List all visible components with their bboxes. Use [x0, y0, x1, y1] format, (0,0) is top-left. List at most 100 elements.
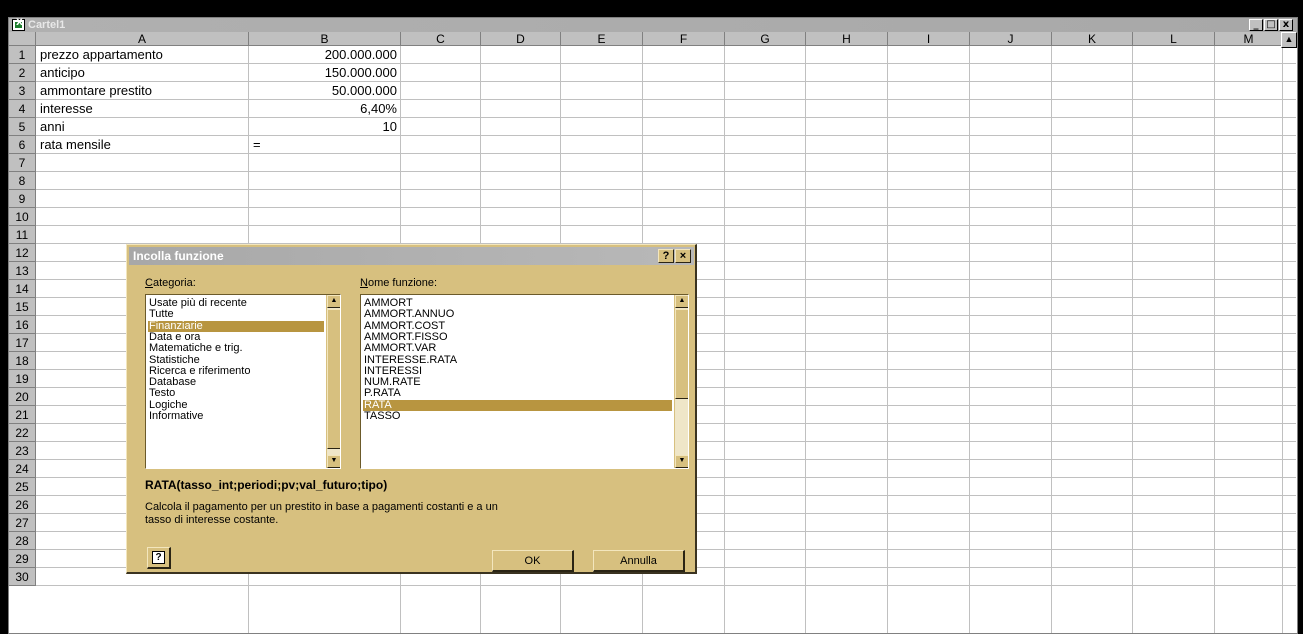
category-item[interactable]: Informative	[148, 411, 324, 422]
row-header-25[interactable]: 25	[9, 478, 36, 496]
column-header-m[interactable]: M	[1215, 32, 1283, 46]
cell-b1[interactable]: 200.000.000	[249, 46, 397, 64]
category-item[interactable]: Finanziarie	[148, 320, 324, 332]
row-header-6[interactable]: 6	[9, 136, 36, 154]
column-header-c[interactable]: C	[401, 32, 481, 46]
category-item[interactable]: Testo	[148, 388, 324, 399]
column-header-j[interactable]: J	[970, 32, 1052, 46]
category-scroll-thumb[interactable]	[327, 309, 340, 449]
row-header-15[interactable]: 15	[9, 298, 36, 316]
row-header-23[interactable]: 23	[9, 442, 36, 460]
minimize-button[interactable]: _	[1249, 19, 1263, 31]
row-header-28[interactable]: 28	[9, 532, 36, 550]
function-item[interactable]: INTERESSI	[363, 365, 672, 377]
function-scroll-up[interactable]: ▲	[675, 295, 688, 308]
column-header-l[interactable]: L	[1133, 32, 1215, 46]
function-scrollbar[interactable]: ▲ ▼	[674, 295, 688, 468]
select-all-corner[interactable]	[9, 32, 36, 46]
function-item[interactable]: RATA	[363, 399, 672, 411]
dialog-title-bar[interactable]: Incolla funzione ? ×	[129, 247, 694, 265]
row-header-22[interactable]: 22	[9, 424, 36, 442]
cell-b5[interactable]: 10	[249, 118, 397, 136]
cell-a6[interactable]: rata mensile	[40, 136, 111, 154]
maximize-button[interactable]: □	[1264, 19, 1278, 31]
row-header-1[interactable]: 1	[9, 46, 36, 64]
cell-b6[interactable]: =	[253, 136, 261, 154]
cancel-button[interactable]: Annulla	[593, 550, 685, 572]
column-header-k[interactable]: K	[1052, 32, 1133, 46]
column-header-e[interactable]: E	[561, 32, 643, 46]
row-header-24[interactable]: 24	[9, 460, 36, 478]
cell-a3[interactable]: ammontare prestito	[40, 82, 152, 100]
row-header-20[interactable]: 20	[9, 388, 36, 406]
category-item[interactable]: Logiche	[148, 399, 324, 411]
cell-a5[interactable]: anni	[40, 118, 65, 136]
category-item[interactable]: Statistiche	[148, 354, 324, 366]
column-header-d[interactable]: D	[481, 32, 561, 46]
close-button[interactable]: x	[1279, 19, 1293, 31]
workbook-title-bar[interactable]: Cartel1 _ □ x	[9, 18, 1297, 32]
row-header-21[interactable]: 21	[9, 406, 36, 424]
function-item[interactable]: NUM.RATE	[363, 377, 672, 388]
row-header-4[interactable]: 4	[9, 100, 36, 118]
scroll-up-arrow[interactable]: ▲	[1281, 32, 1297, 48]
cell-b4[interactable]: 6,40%	[249, 100, 397, 118]
function-scroll-down[interactable]: ▼	[675, 455, 688, 468]
row-header-14[interactable]: 14	[9, 280, 36, 298]
row-header-13[interactable]: 13	[9, 262, 36, 280]
category-scrollbar[interactable]: ▲ ▼	[326, 295, 340, 468]
row-header-26[interactable]: 26	[9, 496, 36, 514]
function-item[interactable]: AMMORT.VAR	[363, 343, 672, 354]
dialog-close-button[interactable]: ×	[675, 249, 691, 263]
row-header-3[interactable]: 3	[9, 82, 36, 100]
cell-a2[interactable]: anticipo	[40, 64, 85, 82]
row-header-16[interactable]: 16	[9, 316, 36, 334]
category-item[interactable]: Tutte	[148, 309, 324, 320]
function-item[interactable]: AMMORT.FISSO	[363, 331, 672, 343]
function-item[interactable]: AMMORT	[363, 298, 672, 309]
cell-a4[interactable]: interesse	[40, 100, 93, 118]
column-header-b[interactable]: B	[249, 32, 401, 46]
function-listbox[interactable]: TASSO RATA P.RATA NUM.RATE INTERESSI INTERESS…	[360, 294, 689, 469]
column-header-f[interactable]: F	[643, 32, 725, 46]
category-scroll-down[interactable]: ▼	[327, 455, 340, 468]
dialog-help-button[interactable]: ?	[658, 249, 674, 263]
category-item[interactable]: Data e ora	[148, 331, 324, 343]
ok-button[interactable]: OK	[492, 550, 574, 572]
row-header-17[interactable]: 17	[9, 334, 36, 352]
category-item[interactable]: Matematiche e trig.	[148, 343, 324, 354]
row-header-18[interactable]: 18	[9, 352, 36, 370]
row-header-27[interactable]: 27	[9, 514, 36, 532]
function-item[interactable]: TASSO	[363, 411, 672, 422]
function-item[interactable]: AMMORT.ANNUO	[363, 309, 672, 320]
row-header-19[interactable]: 19	[9, 370, 36, 388]
row-header-12[interactable]: 12	[9, 244, 36, 262]
row-header-9[interactable]: 9	[9, 190, 36, 208]
row-header-7[interactable]: 7	[9, 154, 36, 172]
row-header-10[interactable]: 10	[9, 208, 36, 226]
category-item[interactable]: Usate più di recente	[148, 298, 324, 309]
category-item[interactable]: Database	[148, 377, 324, 388]
column-header-h[interactable]: H	[806, 32, 888, 46]
column-header-a[interactable]: A	[36, 32, 249, 46]
row-header-11[interactable]: 11	[9, 226, 36, 244]
office-assistant-button[interactable]: ?	[147, 547, 171, 569]
category-item[interactable]: Ricerca e riferimento	[148, 365, 324, 377]
row-header-8[interactable]: 8	[9, 172, 36, 190]
column-header-i[interactable]: I	[888, 32, 970, 46]
row-header-5[interactable]: 5	[9, 118, 36, 136]
excel-icon[interactable]	[12, 18, 25, 31]
cell-b2[interactable]: 150.000.000	[249, 64, 397, 82]
cell-a1[interactable]: prezzo appartamento	[40, 46, 163, 64]
row-header-2[interactable]: 2	[9, 64, 36, 82]
category-listbox[interactable]: Informative Logiche Testo Database Ricerca e…	[145, 294, 341, 469]
category-scroll-up[interactable]: ▲	[327, 295, 340, 308]
column-header-g[interactable]: G	[725, 32, 806, 46]
function-item[interactable]: P.RATA	[363, 388, 672, 399]
cell-b3[interactable]: 50.000.000	[249, 82, 397, 100]
function-item[interactable]: AMMORT.COST	[363, 320, 672, 332]
row-header-29[interactable]: 29	[9, 550, 36, 568]
function-scroll-thumb[interactable]	[675, 309, 688, 399]
row-header-30[interactable]: 30	[9, 568, 36, 586]
function-item[interactable]: INTERESSE.RATA	[363, 354, 672, 366]
